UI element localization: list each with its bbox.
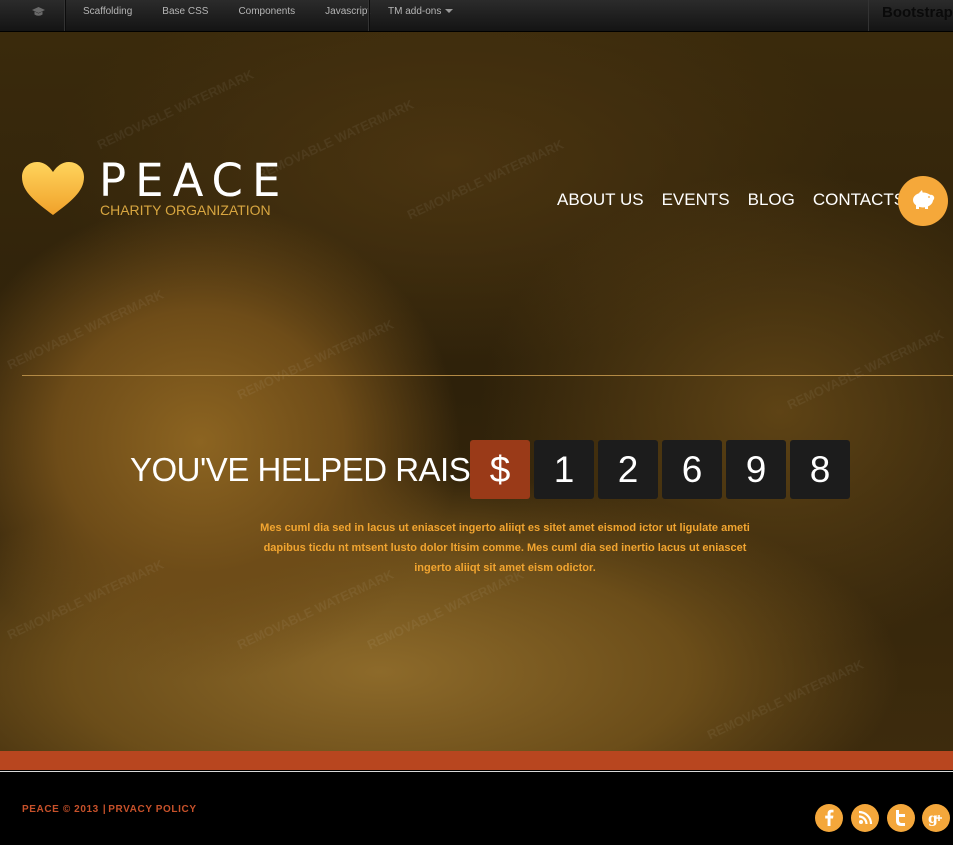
- footer-separator: |: [102, 804, 107, 815]
- copyright-text: PEACE © 2013: [22, 804, 99, 815]
- google-plus-button[interactable]: g: [922, 804, 950, 832]
- topnav-scaffolding[interactable]: Scaffolding: [66, 0, 145, 31]
- nav-events[interactable]: EVENTS: [662, 190, 730, 210]
- nav-blog[interactable]: BLOG: [748, 190, 795, 210]
- caret-down-icon: [445, 9, 454, 14]
- svg-text:g: g: [928, 811, 938, 827]
- piggy-bank-icon: [913, 190, 935, 209]
- watermark: REMOVABLE WATERMARK: [234, 316, 396, 403]
- twitter-icon: [896, 810, 905, 826]
- twitter-button[interactable]: [887, 804, 915, 832]
- footer-stripe: [0, 751, 953, 770]
- counter-digit: 2: [598, 440, 658, 499]
- top-navbar: Scaffolding Base CSS Components Javascri…: [0, 0, 953, 32]
- facebook-button[interactable]: [815, 804, 843, 832]
- footer-copyright: PEACE © 2013 | PRVACY POLICY: [22, 804, 197, 815]
- counter-digit: 8: [790, 440, 850, 499]
- donate-button[interactable]: [898, 176, 948, 226]
- watermark: REMOVABLE WATERMARK: [4, 556, 166, 643]
- currency-tile: $: [470, 440, 530, 499]
- tm-addons-dropdown[interactable]: TM add-ons: [388, 0, 454, 23]
- logo-subtitle: CHARITY ORGANIZATION: [100, 202, 271, 218]
- watermark: REMOVABLE WATERMARK: [94, 66, 256, 153]
- watermark: REMOVABLE WATERMARK: [784, 326, 946, 413]
- nav-about-us[interactable]: ABOUT US: [557, 190, 644, 210]
- bootstrap-brand[interactable]: Bootstrap: [882, 4, 953, 21]
- watermark: REMOVABLE WATERMARK: [704, 656, 866, 743]
- counter-digit: 9: [726, 440, 786, 499]
- counter-digit: 6: [662, 440, 722, 499]
- topbar-divider: [368, 0, 369, 31]
- tm-addons-label: TM add-ons: [388, 6, 442, 17]
- logo-title: PEACE: [99, 154, 290, 207]
- topnav-javascript[interactable]: Javascript: [308, 0, 383, 31]
- graduation-cap-icon: [32, 7, 45, 16]
- watermark: REMOVABLE WATERMARK: [4, 286, 166, 373]
- rss-button[interactable]: [851, 804, 879, 832]
- rss-icon: [858, 810, 873, 825]
- hero-divider: [22, 375, 953, 376]
- footer: PEACE © 2013 | PRVACY POLICY g: [0, 772, 953, 845]
- watermark: REMOVABLE WATERMARK: [404, 136, 566, 223]
- hero-description: Mes cuml dia sed in lacus ut eniascet in…: [260, 522, 750, 574]
- counter-digit: 1: [534, 440, 594, 499]
- raise-label: YOU'VE HELPED RAISE:: [130, 451, 501, 488]
- hero-section: REMOVABLE WATERMARK REMOVABLE WATERMARK …: [0, 32, 953, 751]
- privacy-policy-link[interactable]: PRVACY POLICY: [108, 804, 196, 815]
- main-nav: ABOUT US EVENTS BLOG CONTACTS: [557, 190, 923, 210]
- google-plus-icon: g: [928, 811, 942, 827]
- home-button[interactable]: [0, 0, 65, 31]
- nav-contacts[interactable]: CONTACTS: [813, 190, 905, 210]
- topbar-divider-right: [868, 0, 869, 31]
- facebook-icon: [825, 809, 834, 826]
- topnav-components[interactable]: Components: [221, 0, 308, 31]
- topnav-base-css[interactable]: Base CSS: [145, 0, 221, 31]
- heart-icon: [22, 162, 84, 215]
